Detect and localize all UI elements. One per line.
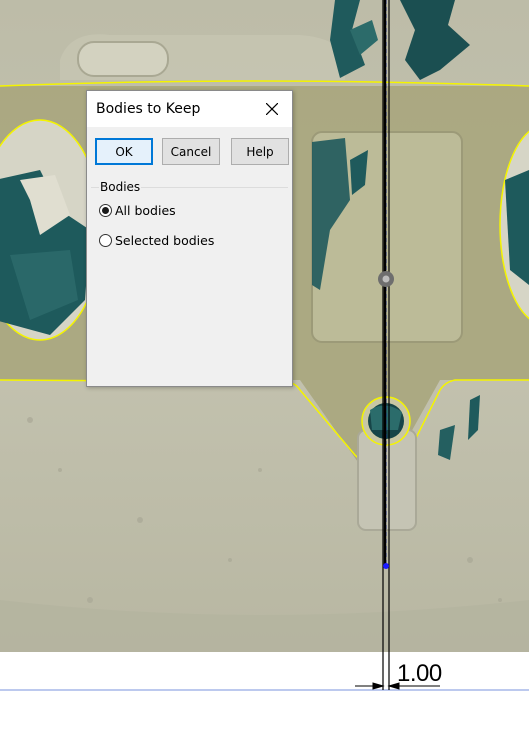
origin-marker bbox=[378, 271, 394, 287]
dimension-value[interactable]: 1.00 bbox=[397, 660, 442, 688]
bodies-group-label: Bodies bbox=[99, 180, 142, 194]
cancel-button[interactable]: Cancel bbox=[162, 138, 220, 165]
empty-canvas bbox=[0, 652, 529, 738]
all-bodies-radio[interactable] bbox=[99, 204, 112, 217]
bodies-to-keep-dialog: Bodies to Keep OK Cancel Help Bodies All… bbox=[86, 90, 293, 387]
help-button[interactable]: Help bbox=[231, 138, 289, 165]
ok-button[interactable]: OK bbox=[95, 138, 153, 165]
close-button[interactable] bbox=[252, 91, 292, 127]
selected-bodies-label: Selected bodies bbox=[115, 233, 215, 248]
selected-bodies-option[interactable]: Selected bodies bbox=[99, 233, 214, 248]
all-bodies-label: All bodies bbox=[115, 203, 176, 218]
dialog-titlebar[interactable]: Bodies to Keep bbox=[87, 91, 292, 127]
all-bodies-option[interactable]: All bodies bbox=[99, 203, 176, 218]
selected-bodies-radio[interactable] bbox=[99, 234, 112, 247]
dialog-title: Bodies to Keep bbox=[96, 101, 201, 117]
close-icon bbox=[266, 103, 278, 115]
